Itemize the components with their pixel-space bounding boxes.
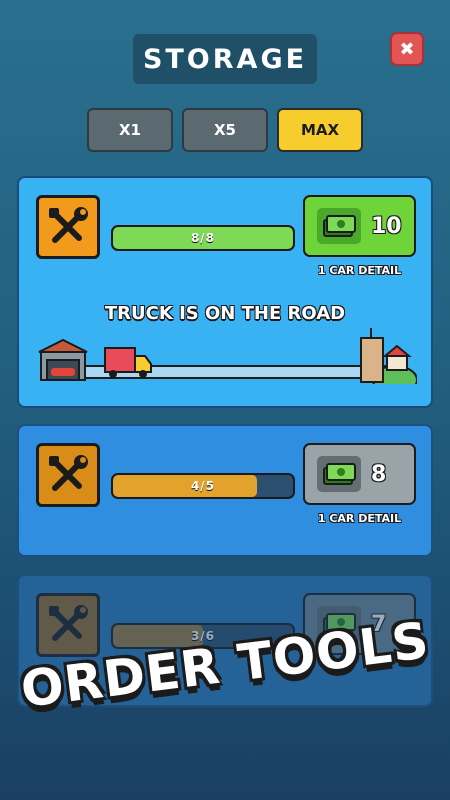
tools-icon	[36, 443, 100, 507]
progress-text: 8/8	[190, 231, 216, 245]
tools-icon	[36, 195, 100, 259]
buy-button[interactable]: 8	[303, 443, 416, 505]
page-title: STORAGE	[142, 43, 308, 75]
reward-detail: 1 CAR DETAIL	[317, 512, 402, 525]
multiplier-label: X1	[118, 121, 141, 139]
garage-icon	[37, 338, 89, 386]
multiplier-x5-button[interactable]: X5	[182, 108, 268, 152]
price-value: 10	[371, 213, 402, 239]
cash-icon	[317, 456, 361, 492]
truck-icon	[103, 346, 153, 384]
tool-card-2: 4/5 8 1 CAR DETAIL	[17, 424, 433, 557]
reward-detail: 1 CAR DETAIL	[317, 264, 402, 277]
buy-button[interactable]: 10	[303, 195, 416, 257]
delivery-status: TRUCK IS ON THE ROAD	[104, 303, 346, 324]
close-button[interactable]: ✖	[390, 32, 424, 66]
multiplier-max-button[interactable]: MAX	[277, 108, 363, 152]
price-value: 8	[371, 461, 387, 487]
multiplier-label: MAX	[300, 121, 340, 139]
progress-text: 4/5	[190, 479, 216, 493]
multiplier-label: X5	[213, 121, 236, 139]
tool-progress-bar: 8/8	[111, 225, 295, 251]
multiplier-x1-button[interactable]: X1	[87, 108, 173, 152]
close-icon: ✖	[399, 38, 415, 60]
city-icon	[359, 326, 418, 395]
tool-card-1: 8/8 10 1 CAR DETAIL TRUCK IS ON THE ROAD	[17, 176, 433, 408]
tool-progress-bar: 4/5	[111, 473, 295, 499]
cash-icon	[317, 208, 361, 244]
storage-title-box: STORAGE	[133, 34, 317, 84]
